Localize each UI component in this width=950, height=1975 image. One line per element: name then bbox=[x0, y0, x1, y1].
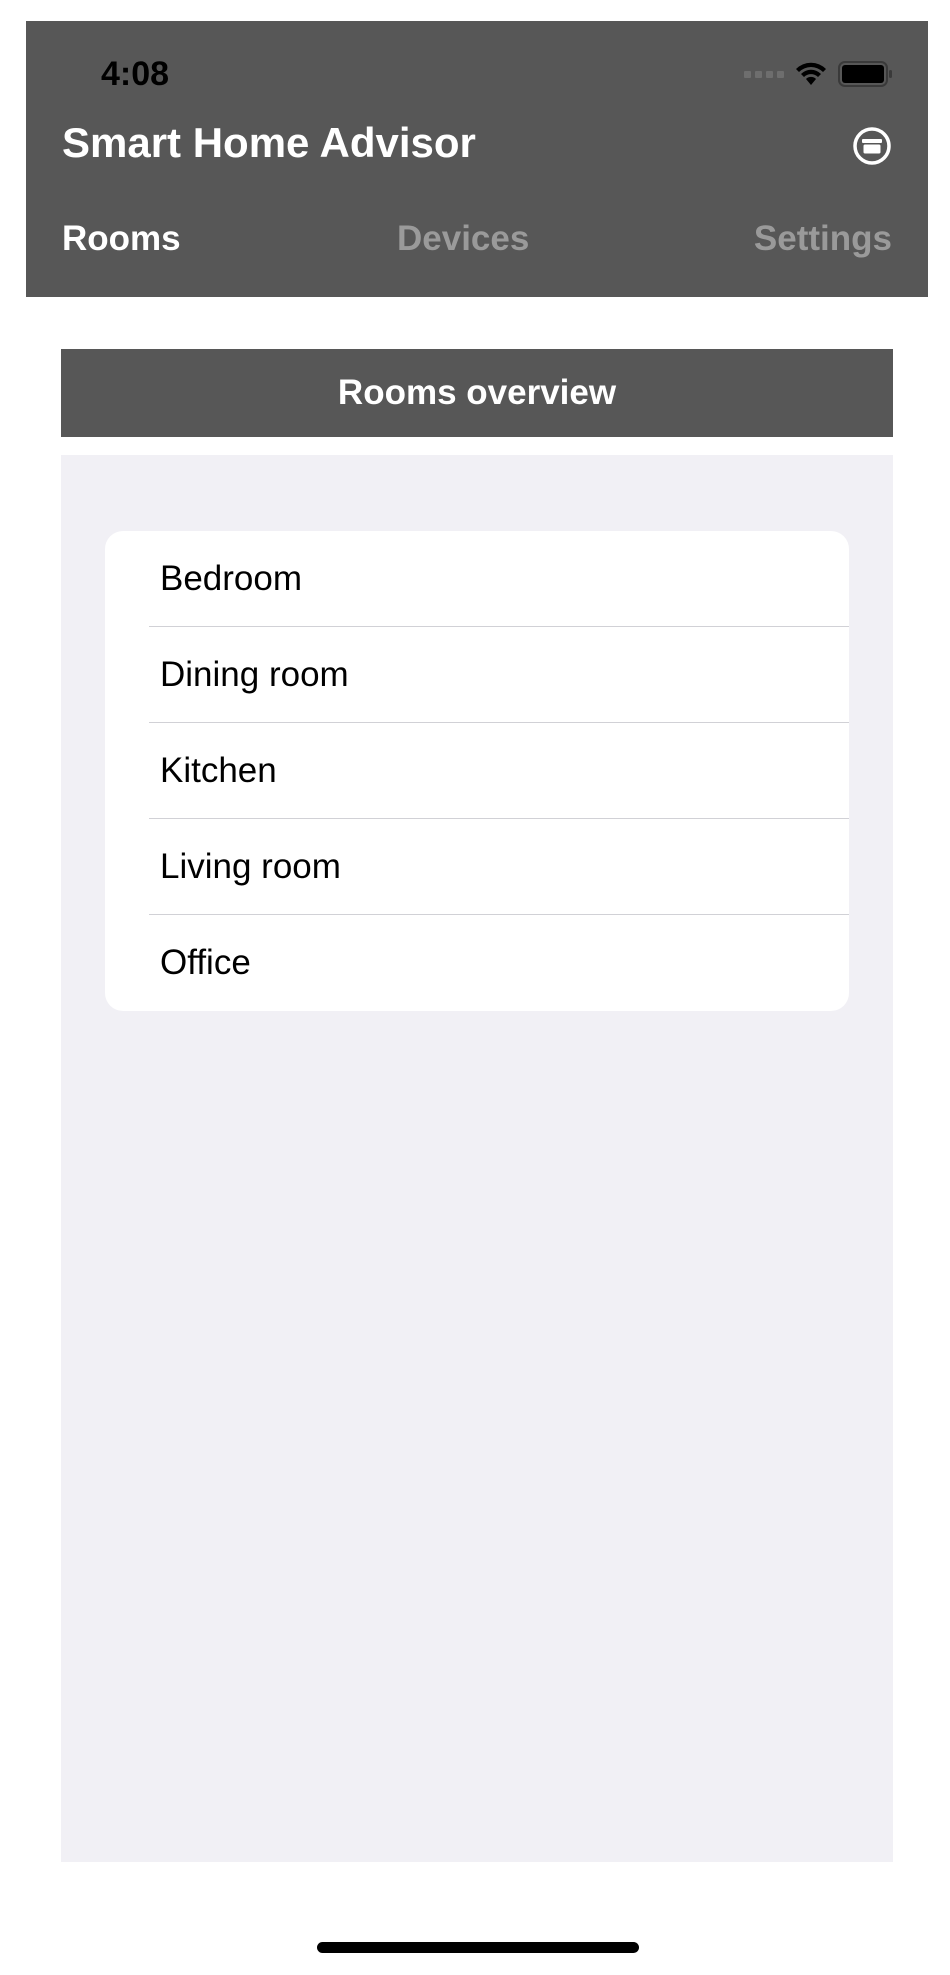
room-item-office[interactable]: Office bbox=[105, 915, 849, 1011]
tab-settings[interactable]: Settings bbox=[754, 219, 892, 259]
app-title: Smart Home Advisor bbox=[62, 119, 476, 166]
battery-icon bbox=[838, 61, 894, 87]
archive-circle-icon[interactable] bbox=[852, 126, 892, 166]
room-item-bedroom[interactable]: Bedroom bbox=[105, 531, 849, 627]
room-item-dining-room[interactable]: Dining room bbox=[105, 627, 849, 723]
tab-devices[interactable]: Devices bbox=[397, 219, 529, 259]
app-screen: 4:08 Smart Home Advisor Rooms Devices Se… bbox=[0, 0, 950, 1975]
room-item-kitchen[interactable]: Kitchen bbox=[105, 723, 849, 819]
status-time: 4:08 bbox=[101, 55, 170, 93]
app-header: 4:08 Smart Home Advisor Rooms Devices Se… bbox=[26, 21, 928, 297]
room-item-living-room[interactable]: Living room bbox=[105, 819, 849, 915]
tab-bar: Rooms Devices Settings bbox=[62, 219, 892, 263]
tab-rooms[interactable]: Rooms bbox=[62, 219, 181, 259]
wifi-icon bbox=[794, 61, 828, 87]
content-area: Bedroom Dining room Kitchen Living room … bbox=[61, 455, 893, 1862]
status-icons bbox=[744, 61, 894, 87]
section-title: Rooms overview bbox=[61, 349, 893, 437]
cellular-signal-icon bbox=[744, 70, 784, 78]
room-list: Bedroom Dining room Kitchen Living room … bbox=[105, 531, 849, 1011]
home-indicator[interactable] bbox=[317, 1942, 639, 1953]
